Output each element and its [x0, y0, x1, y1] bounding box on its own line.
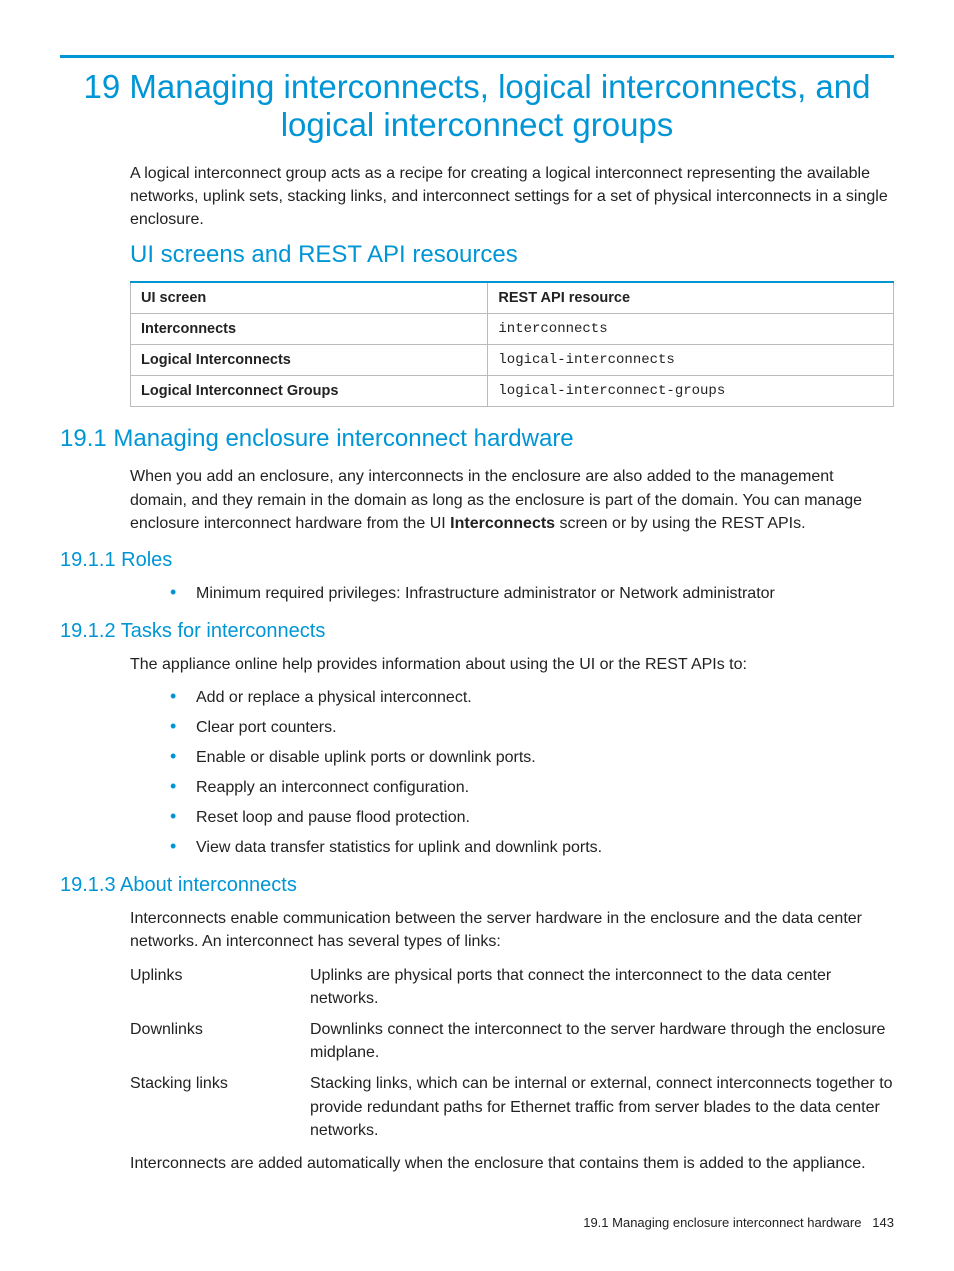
cell-ui: Logical Interconnects — [131, 345, 488, 376]
list-item: Reset loop and pause flood protection. — [170, 806, 894, 830]
def-row: Uplinks Uplinks are physical ports that … — [130, 964, 894, 1010]
table-row: Interconnects interconnects — [131, 314, 894, 345]
roles-list: Minimum required privileges: Infrastruct… — [170, 582, 894, 606]
cell-api: logical-interconnect-groups — [488, 376, 894, 407]
list-item: Reapply an interconnect configuration. — [170, 776, 894, 800]
th-ui-screen: UI screen — [131, 282, 488, 314]
def-desc: Uplinks are physical ports that connect … — [310, 964, 894, 1010]
def-row: Stacking links Stacking links, which can… — [130, 1072, 894, 1142]
list-item: Clear port counters. — [170, 716, 894, 740]
section-19-1-heading: 19.1 Managing enclosure interconnect har… — [60, 425, 894, 453]
def-row: Downlinks Downlinks connect the intercon… — [130, 1018, 894, 1064]
section-19-1-3-outro: Interconnects are added automatically wh… — [130, 1152, 894, 1175]
th-rest-api: REST API resource — [488, 282, 894, 314]
def-term: Stacking links — [130, 1072, 310, 1142]
def-desc: Stacking links, which can be internal or… — [310, 1072, 894, 1142]
footer-text: 19.1 Managing enclosure interconnect har… — [583, 1215, 861, 1230]
section-ui-rest-heading: UI screens and REST API resources — [130, 241, 894, 269]
section-19-1-2-intro: The appliance online help provides infor… — [130, 653, 894, 676]
def-term: Uplinks — [130, 964, 310, 1010]
def-desc: Downlinks connect the interconnect to th… — [310, 1018, 894, 1064]
footer-page: 143 — [872, 1215, 894, 1230]
top-rule — [60, 55, 894, 58]
cell-api: logical-interconnects — [488, 345, 894, 376]
section-19-1-1-heading: 19.1.1 Roles — [60, 549, 894, 572]
page-footer: 19.1 Managing enclosure interconnect har… — [60, 1215, 894, 1230]
list-item: Add or replace a physical interconnect. — [170, 686, 894, 710]
cell-api: interconnects — [488, 314, 894, 345]
list-item: Enable or disable uplink ports or downli… — [170, 746, 894, 770]
section-19-1-3-heading: 19.1.3 About interconnects — [60, 874, 894, 897]
section-19-1-3-intro: Interconnects enable communication betwe… — [130, 907, 894, 953]
list-item: Minimum required privileges: Infrastruct… — [170, 582, 894, 606]
def-term: Downlinks — [130, 1018, 310, 1064]
cell-ui: Logical Interconnect Groups — [131, 376, 488, 407]
definition-list: Uplinks Uplinks are physical ports that … — [130, 964, 894, 1142]
list-item: View data transfer statistics for uplink… — [170, 836, 894, 860]
chapter-title: 19 Managing interconnects, logical inter… — [60, 68, 894, 144]
table-row: Logical Interconnects logical-interconne… — [131, 345, 894, 376]
ui-rest-table: UI screen REST API resource Interconnect… — [130, 281, 894, 407]
intro-paragraph: A logical interconnect group acts as a r… — [130, 162, 894, 232]
section-19-1-paragraph: When you add an enclosure, any interconn… — [130, 465, 894, 535]
tasks-list: Add or replace a physical interconnect. … — [170, 686, 894, 860]
cell-ui: Interconnects — [131, 314, 488, 345]
section-19-1-2-heading: 19.1.2 Tasks for interconnects — [60, 620, 894, 643]
table-row: Logical Interconnect Groups logical-inte… — [131, 376, 894, 407]
